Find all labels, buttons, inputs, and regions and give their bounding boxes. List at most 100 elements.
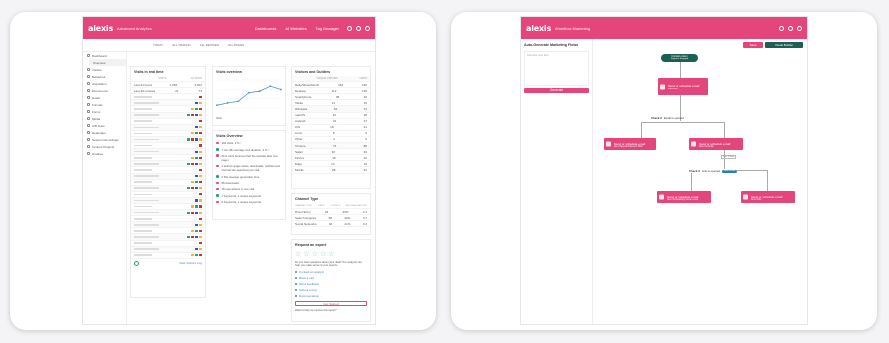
flag-icon (199, 223, 202, 226)
generate-button[interactable]: Generate (524, 88, 589, 93)
col-header-channel: CHANNEL TYPE (295, 204, 312, 207)
data-point[interactable] (258, 90, 261, 93)
table-row[interactable]: Mobile 28 32 (292, 167, 370, 174)
sidebar-item[interactable]: Media (83, 115, 126, 122)
bullet-icon (216, 187, 219, 191)
data-point[interactable] (237, 100, 240, 103)
email-node-3[interactable]: Send or schedule email Send reminder (689, 138, 743, 150)
flag-icon (199, 144, 202, 147)
star-icon[interactable]: ☆ (320, 251, 326, 258)
help-icon[interactable] (356, 25, 361, 31)
row-text-placeholder (134, 156, 152, 159)
visual-builder-button[interactable]: Visual Builder (765, 42, 803, 48)
settings-icon[interactable] (347, 25, 352, 31)
row-text-placeholder (134, 108, 152, 110)
row-text-placeholder (134, 169, 152, 171)
get-started-button[interactable]: Get Started (295, 300, 367, 306)
email-icon (743, 194, 748, 200)
wait-label: Wait 2 days (721, 155, 737, 159)
sidebar-item[interactable]: Behaviour (83, 73, 126, 80)
star-icon[interactable]: ☆ (312, 251, 318, 258)
help-icon[interactable] (788, 25, 793, 31)
visitor-flags (195, 150, 202, 153)
overview-text: 0.63s average generation time (221, 174, 260, 179)
sidebar-item[interactable]: A/B Tests (83, 122, 126, 129)
sidebar-item[interactable]: Crashes (83, 150, 126, 157)
sidebar-item[interactable]: Heatmaps (83, 129, 126, 136)
sidebar-item[interactable]: Acquisition (83, 80, 126, 87)
table-cell: 30 (331, 149, 335, 154)
nav-dashboards[interactable]: Dashboards (255, 26, 277, 31)
flag-icon (191, 107, 194, 111)
visitors-log-link[interactable]: View Visitors Log (179, 261, 202, 265)
data-point[interactable] (226, 102, 229, 104)
table-cell: 32 (332, 113, 336, 118)
star-icon[interactable]: ☆ (328, 251, 334, 258)
sidebar-item[interactable]: Dashboard (83, 52, 126, 59)
refresh-icon[interactable] (134, 260, 139, 266)
flag-icon (199, 241, 202, 245)
table-cell: 38 (335, 94, 340, 99)
star-icon[interactable]: ☆ (303, 251, 309, 258)
email-node-4[interactable]: Send or schedule email Send Onboarding G… (657, 191, 711, 203)
flow-start-node[interactable]: Contact enters Segment: Engaged (661, 54, 698, 62)
data-point[interactable] (269, 85, 272, 88)
email-node-1[interactable]: Send or schedule email Welcome (658, 78, 708, 95)
save-button[interactable]: Save (743, 42, 763, 48)
table-cell: 38 (363, 113, 367, 118)
summary-label: Last 30 minutes (134, 88, 156, 93)
logout-icon[interactable] (797, 25, 802, 31)
sidebar-item[interactable]: Content Projects (83, 143, 126, 150)
filter-pages[interactable]: ALL PAGES (228, 43, 244, 47)
filter-traffic[interactable]: ALL TRAFFIC (172, 43, 191, 47)
visitor-flags (199, 144, 202, 147)
menu-icon (87, 96, 90, 99)
sidebar-item[interactable]: Session Recordings (83, 136, 126, 143)
rating-stars[interactable]: ☆ ☆ ☆ ☆ ☆ (292, 249, 370, 260)
sidebar-item[interactable]: Forms (83, 108, 126, 115)
flag-icon (191, 132, 194, 135)
star-icon[interactable]: ☆ (295, 251, 301, 258)
data-point[interactable] (280, 88, 282, 91)
table-cell: 21 (363, 125, 367, 130)
sidebar-item[interactable]: Funnels (83, 101, 126, 108)
visitor-flags (187, 235, 202, 239)
flag-icon (191, 254, 194, 257)
table-cell: Chrome (295, 143, 306, 148)
condition-1[interactable]: Check if Email is opened (651, 116, 684, 120)
data-point[interactable] (248, 91, 250, 94)
data-point[interactable] (216, 104, 218, 107)
email-node-2[interactable]: Send or schedule email Send Special Disc… (604, 138, 656, 150)
flag-icon (187, 187, 190, 190)
email-node-5[interactable]: Send or schedule email Send offer (741, 191, 795, 203)
table-cell: macOS (295, 113, 306, 118)
flag-icon (187, 211, 190, 214)
row-text-placeholder (134, 199, 159, 202)
table-cell: 86 (363, 143, 367, 148)
condition-2[interactable]: Check if Link is opened Link clicked (689, 169, 738, 173)
filter-devices[interactable]: ALL DEVICES (200, 43, 219, 47)
flag-icon (191, 181, 194, 184)
expert-link[interactable]: Documentation (292, 293, 370, 299)
sidebar-item[interactable]: Overview (89, 59, 126, 66)
sidebar-item[interactable]: Goals (83, 94, 126, 101)
expert-footer: Want to help us improve this report? (295, 308, 337, 312)
table-row[interactable]: Social Networks 40 21% 3.2 (292, 221, 370, 228)
row-text-placeholder (134, 181, 152, 183)
menu-icon (87, 103, 90, 106)
nav-tag-manager[interactable]: Tag Manager (316, 26, 339, 31)
settings-icon[interactable] (779, 25, 784, 31)
table-cell: 3.7 (362, 215, 367, 220)
sidebar-item[interactable]: Ecommerce (83, 87, 126, 94)
table-cell: 14 (331, 161, 335, 166)
prompt-textarea[interactable]: Describe your flow (524, 51, 589, 86)
link-text: Submit a bug (299, 287, 317, 292)
menu-icon (87, 117, 90, 120)
sidebar-item[interactable]: Visitors (83, 66, 126, 73)
flag-icon (195, 156, 198, 159)
nav-ai-websites[interactable]: AI Websites (285, 26, 306, 31)
visits-overview-panel: Visits overview Visits (212, 66, 286, 126)
table-cell: 16 (363, 161, 367, 166)
logout-icon[interactable] (365, 25, 370, 31)
filter-date[interactable]: TODAY (153, 43, 163, 47)
